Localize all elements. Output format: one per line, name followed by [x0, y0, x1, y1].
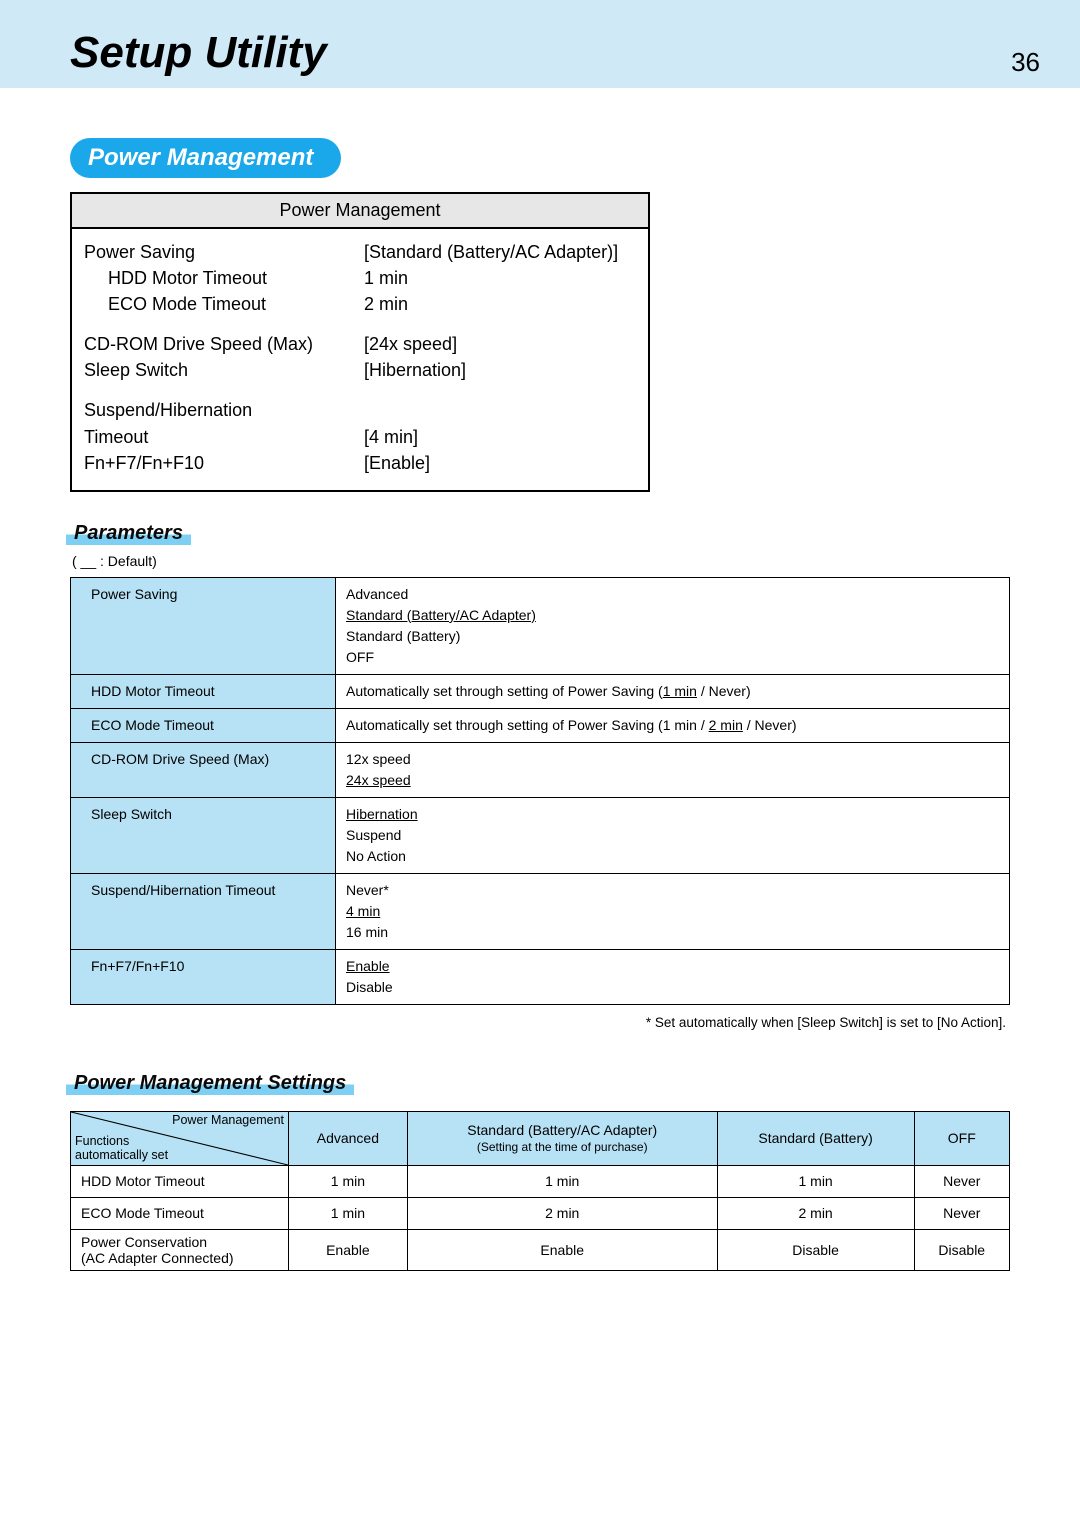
bios-row-label: HDD Motor Timeout	[84, 265, 364, 291]
default-legend: ( __ : Default)	[70, 551, 1010, 577]
param-label: ECO Mode Timeout	[71, 708, 336, 742]
bios-row-value: [24x speed]	[364, 331, 636, 357]
bios-row-label: CD-ROM Drive Speed (Max)	[84, 331, 364, 357]
bios-row: Sleep Switch[Hibernation]	[84, 357, 636, 383]
bios-row: Fn+F7/Fn+F10[Enable]	[84, 450, 636, 476]
table-row: CD-ROM Drive Speed (Max)12x speed24x spe…	[71, 742, 1010, 797]
param-label: CD-ROM Drive Speed (Max)	[71, 742, 336, 797]
settings-col-header: Standard (Battery/AC Adapter)(Setting at…	[407, 1111, 717, 1165]
table-row: Power Conservation(AC Adapter Connected)…	[71, 1229, 1010, 1270]
settings-col-header: Advanced	[289, 1111, 408, 1165]
settings-cell: 1 min	[289, 1197, 408, 1229]
bios-row-value: 2 min	[364, 291, 636, 317]
param-value: AdvancedStandard (Battery/AC Adapter)Sta…	[336, 577, 1010, 674]
table-row: Fn+F7/Fn+F10EnableDisable	[71, 949, 1010, 1004]
bios-row: Suspend/Hibernation	[84, 397, 636, 423]
bios-row-label: Sleep Switch	[84, 357, 364, 383]
param-value: Automatically set through setting of Pow…	[336, 674, 1010, 708]
param-value: 12x speed24x speed	[336, 742, 1010, 797]
bios-row: HDD Motor Timeout1 min	[84, 265, 636, 291]
table-row: HDD Motor Timeout1 min1 min1 minNever	[71, 1165, 1010, 1197]
table-row: Power SavingAdvancedStandard (Battery/AC…	[71, 577, 1010, 674]
section-heading: Power Management	[70, 138, 341, 178]
settings-cell: 2 min	[717, 1197, 914, 1229]
settings-diag-header: Power Management Functions automatically…	[71, 1111, 289, 1165]
parameters-footnote: * Set automatically when [Sleep Switch] …	[70, 1005, 1010, 1030]
bios-row-label: Power Saving	[84, 239, 364, 265]
settings-cell: 2 min	[407, 1197, 717, 1229]
parameters-heading: Parameters	[66, 522, 191, 545]
settings-col-header: OFF	[914, 1111, 1009, 1165]
param-label: HDD Motor Timeout	[71, 674, 336, 708]
param-value: Automatically set through setting of Pow…	[336, 708, 1010, 742]
parameters-table: Power SavingAdvancedStandard (Battery/AC…	[70, 577, 1010, 1005]
settings-col-header: Standard (Battery)	[717, 1111, 914, 1165]
param-value: HibernationSuspendNo Action	[336, 797, 1010, 873]
bios-row-value: [Hibernation]	[364, 357, 636, 383]
table-row: ECO Mode TimeoutAutomatically set throug…	[71, 708, 1010, 742]
bios-row-label: ECO Mode Timeout	[84, 291, 364, 317]
param-label: Power Saving	[71, 577, 336, 674]
settings-cell: Disable	[914, 1229, 1009, 1270]
settings-table: Power Management Functions automatically…	[70, 1111, 1010, 1271]
settings-cell: 1 min	[289, 1165, 408, 1197]
settings-heading: Power Management Settings	[66, 1072, 354, 1095]
page-content: Power Management Power Management Power …	[0, 88, 1080, 1311]
settings-cell: Enable	[407, 1229, 717, 1270]
bios-row: Power Saving[Standard (Battery/AC Adapte…	[84, 239, 636, 265]
bios-row-value	[364, 397, 636, 423]
param-label: Sleep Switch	[71, 797, 336, 873]
bios-row: CD-ROM Drive Speed (Max)[24x speed]	[84, 331, 636, 357]
bios-panel-title: Power Management	[72, 194, 648, 229]
bios-row-value: [Enable]	[364, 450, 636, 476]
table-row: HDD Motor TimeoutAutomatically set throu…	[71, 674, 1010, 708]
param-label: Suspend/Hibernation Timeout	[71, 873, 336, 949]
page-header: Setup Utility 36	[0, 0, 1080, 88]
bios-row-label: Fn+F7/Fn+F10	[84, 450, 364, 476]
bios-row: Timeout[4 min]	[84, 424, 636, 450]
bios-row-value: [Standard (Battery/AC Adapter)]	[364, 239, 636, 265]
settings-cell: Enable	[289, 1229, 408, 1270]
bios-row-value: [4 min]	[364, 424, 636, 450]
settings-cell: Never	[914, 1197, 1009, 1229]
param-label: Fn+F7/Fn+F10	[71, 949, 336, 1004]
table-row: ECO Mode Timeout1 min2 min2 minNever	[71, 1197, 1010, 1229]
param-value: EnableDisable	[336, 949, 1010, 1004]
settings-cell: 1 min	[717, 1165, 914, 1197]
bios-row: ECO Mode Timeout2 min	[84, 291, 636, 317]
settings-cell: Disable	[717, 1229, 914, 1270]
bios-panel: Power Management Power Saving[Standard (…	[70, 192, 650, 492]
table-row: Suspend/Hibernation TimeoutNever*4 min16…	[71, 873, 1010, 949]
param-value: Never*4 min16 min	[336, 873, 1010, 949]
bios-row-value: 1 min	[364, 265, 636, 291]
settings-row-label: Power Conservation(AC Adapter Connected)	[71, 1229, 289, 1270]
table-row: Sleep SwitchHibernationSuspendNo Action	[71, 797, 1010, 873]
settings-cell: 1 min	[407, 1165, 717, 1197]
page-number: 36	[1011, 47, 1040, 78]
bios-row-label: Timeout	[84, 424, 364, 450]
settings-row-label: HDD Motor Timeout	[71, 1165, 289, 1197]
page-title: Setup Utility	[70, 28, 327, 78]
settings-cell: Never	[914, 1165, 1009, 1197]
settings-row-label: ECO Mode Timeout	[71, 1197, 289, 1229]
bios-row-label: Suspend/Hibernation	[84, 397, 364, 423]
